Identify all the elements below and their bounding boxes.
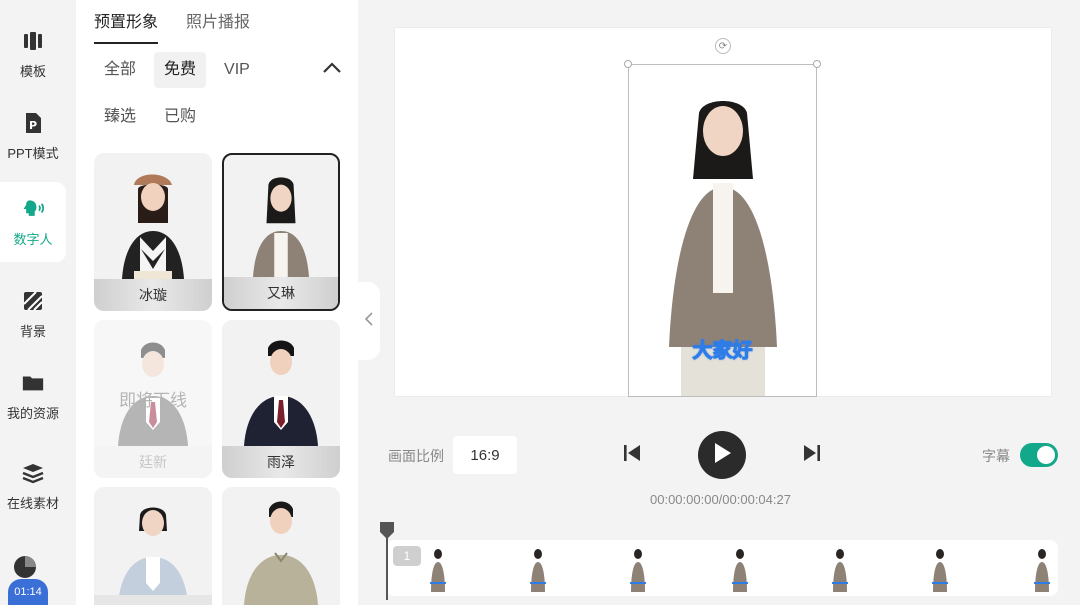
avatar-card-6[interactable] <box>222 487 340 605</box>
filter-row-2: 臻选 已购 <box>94 99 344 135</box>
track-number: 1 <box>393 546 421 566</box>
rail-item-label: 我的资源 <box>6 405 59 421</box>
skip-forward-button[interactable] <box>800 443 824 467</box>
avatar-card-5[interactable] <box>94 487 212 605</box>
ppt-icon: P <box>21 111 45 135</box>
avatar-name: 廷新 <box>94 446 212 478</box>
timeline-frame-thumbnail <box>930 546 950 596</box>
rail-item-label: 在线素材 <box>6 495 59 511</box>
resize-handle[interactable] <box>624 60 632 68</box>
tab-preset-avatar[interactable]: 预置形象 <box>94 8 159 44</box>
layers-icon <box>21 461 45 485</box>
chevron-up-icon[interactable] <box>320 56 344 80</box>
filter-free[interactable]: 免费 <box>154 52 207 88</box>
avatar-name: 冰璇 <box>94 279 212 311</box>
folder-icon <box>21 371 45 395</box>
rail-item-online-assets[interactable]: 在线素材 <box>0 446 66 526</box>
skip-back-icon <box>621 442 643 469</box>
aspect-ratio-label: 画面比例 <box>388 448 444 464</box>
filter-all[interactable]: 全部 <box>94 52 146 88</box>
avatar-panel: 预置形象 照片播报 全部 免费 VIP 臻选 已购 冰璇 又琳 即将下线 廷新 … <box>76 0 358 605</box>
filter-premium[interactable]: 臻选 <box>94 99 146 135</box>
aspect-ratio-select[interactable]: 16:9 <box>453 436 517 474</box>
timeline-frame-thumbnail <box>1032 546 1052 596</box>
rotate-handle-icon[interactable]: ⟳ <box>715 38 731 54</box>
avatar-card-tingxin[interactable]: 即将下线 廷新 <box>94 320 212 478</box>
digital-human-icon <box>21 197 45 221</box>
svg-text:P: P <box>29 119 37 132</box>
rail-item-label: 背景 <box>19 323 46 339</box>
resize-handle[interactable] <box>813 60 821 68</box>
panel-tabs: 预置形象 照片播报 <box>94 8 250 44</box>
background-icon <box>21 289 45 313</box>
rail-item-label: 模板 <box>19 63 46 79</box>
timer-badge: 01:14 <box>8 579 48 605</box>
template-icon <box>21 29 45 53</box>
deprecating-overlay: 即将下线 <box>119 391 187 410</box>
play-icon <box>712 442 732 469</box>
chevron-left-icon <box>364 311 374 331</box>
playhead[interactable] <box>380 522 394 600</box>
avatar-figure <box>244 501 318 605</box>
timeline-frame-thumbnail <box>730 546 750 596</box>
tab-photo-broadcast[interactable]: 照片播报 <box>186 8 250 44</box>
rail-item-digital-human[interactable]: 数字人 <box>0 182 66 262</box>
subtitle-text[interactable]: 大家好 <box>628 334 817 363</box>
rail-item-ppt[interactable]: P PPT模式 <box>0 96 66 176</box>
avatar-figure <box>94 507 212 605</box>
timeline-frame-thumbnail <box>528 546 548 596</box>
playback-time: 00:00:00:00/00:00:04:27 <box>650 492 791 507</box>
rail-item-my-resources[interactable]: 我的资源 <box>0 356 66 436</box>
left-rail: 模板 P PPT模式 数字人 背景 我的资源 在线素材 01:14 <box>0 0 76 605</box>
timeline-frame-thumbnail <box>830 546 850 596</box>
skip-forward-icon <box>801 442 823 469</box>
filter-row-1: 全部 免费 VIP <box>94 52 344 88</box>
avatar-card-youlin[interactable]: 又琳 <box>222 153 340 311</box>
avatar-name: 又琳 <box>224 277 338 309</box>
rail-item-label: 数字人 <box>13 231 53 247</box>
avatar-card-yuze[interactable]: 雨泽 <box>222 320 340 478</box>
avatar-card-bingxuan[interactable]: 冰璇 <box>94 153 212 311</box>
timeline-frame-thumbnail <box>628 546 648 596</box>
avatar-name: 雨泽 <box>222 446 340 478</box>
timeline-track[interactable] <box>386 540 1058 596</box>
panel-collapse-handle[interactable] <box>358 282 380 360</box>
subtitle-toggle[interactable] <box>1020 443 1058 467</box>
timeline-frame-thumbnail <box>428 546 448 596</box>
filter-purchased[interactable]: 已购 <box>154 99 206 135</box>
play-button[interactable] <box>698 431 746 479</box>
skip-back-button[interactable] <box>620 443 644 467</box>
rail-item-label: PPT模式 <box>7 145 59 161</box>
subtitle-toggle-label: 字幕 <box>982 448 1010 464</box>
filter-vip[interactable]: VIP <box>214 52 260 88</box>
rail-item-template[interactable]: 模板 <box>0 14 66 94</box>
rail-item-background[interactable]: 背景 <box>0 274 66 354</box>
